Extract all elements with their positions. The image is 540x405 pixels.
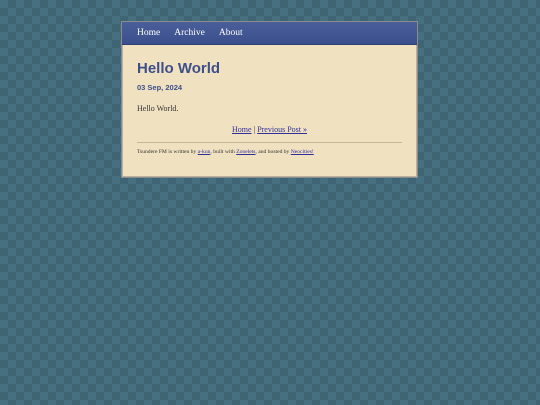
nav-archive-link[interactable]: Archive [174, 28, 205, 38]
footer-text-3: , and hosted by [255, 149, 291, 155]
footer: Tsundere FM is written by a-kun, built w… [137, 149, 402, 155]
post-nav-separator: | [253, 125, 256, 134]
builder-link[interactable]: Zonelets [236, 149, 255, 155]
post-date: 03 Sep, 2024 [137, 83, 183, 92]
top-nav: Home Archive About [122, 22, 417, 45]
nav-about-link[interactable]: About [219, 28, 243, 38]
page-window: Home Archive About Hello World 03 Sep, 2… [121, 21, 418, 178]
post-home-link[interactable]: Home [232, 125, 252, 134]
footer-divider [137, 142, 402, 143]
footer-text-2: , built with [210, 149, 237, 155]
previous-post-link[interactable]: Previous Post » [257, 125, 307, 134]
footer-text-1: Tsundere FM is written by [137, 149, 198, 155]
post-navigation: Home | Previous Post » [137, 125, 402, 134]
nav-home-link[interactable]: Home [137, 28, 160, 38]
author-link[interactable]: a-kun [198, 149, 211, 155]
post-body: Hello World. [137, 104, 179, 113]
host-link[interactable]: Neocities! [291, 149, 314, 155]
main-content: Hello World 03 Sep, 2024 Hello World. Ho… [122, 45, 417, 155]
post-title: Hello World [137, 60, 221, 77]
